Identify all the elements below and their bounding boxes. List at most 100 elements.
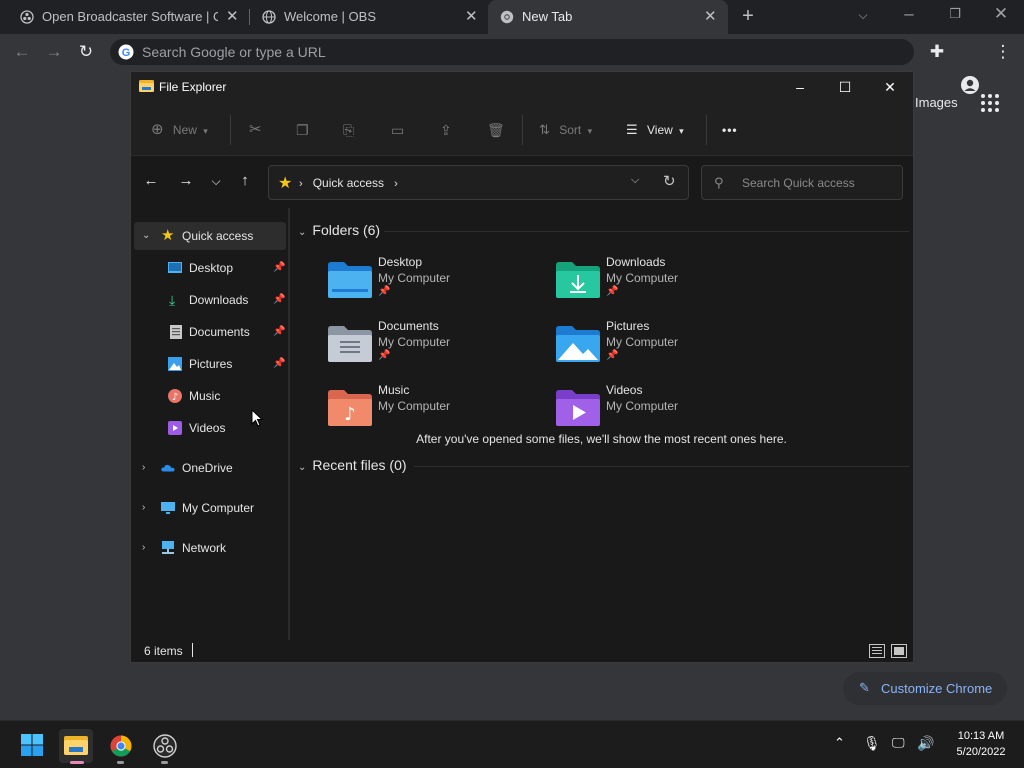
paste-icon[interactable]: ⎘: [343, 119, 354, 141]
chevron-right-icon: ›: [142, 502, 146, 513]
copy-icon[interactable]: ❐: [296, 119, 309, 141]
nav-my-computer[interactable]: › My Computer: [134, 494, 286, 522]
folders-group-header[interactable]: ⌄ Folders (6): [298, 222, 380, 238]
back-icon[interactable]: ←: [11, 41, 33, 63]
folder-name: Desktop: [378, 255, 423, 269]
desktop-folder-icon: [328, 262, 372, 298]
google-apps-icon[interactable]: [981, 94, 999, 112]
tab-welcome-obs[interactable]: Welcome | OBS ✕: [250, 0, 488, 34]
volume-icon[interactable]: 🔊: [917, 735, 934, 752]
recent-locations-chevron-icon[interactable]: ⌵: [206, 171, 226, 191]
close-window-icon[interactable]: ✕: [990, 3, 1012, 25]
breadcrumb-quick-access[interactable]: Quick access: [313, 176, 384, 190]
pin-icon: 📌: [273, 326, 286, 337]
details-view-icon[interactable]: [869, 644, 885, 658]
folder-location: My Computer: [606, 335, 679, 349]
profile-avatar-icon[interactable]: [960, 75, 980, 95]
pin-icon: 📌: [606, 350, 619, 361]
share-icon[interactable]: ⇪: [440, 119, 452, 141]
close-icon[interactable]: ✕: [226, 7, 239, 25]
nav-videos[interactable]: Videos: [167, 414, 287, 442]
rename-icon[interactable]: ▭: [391, 119, 404, 141]
pin-icon: 📌: [378, 350, 391, 361]
nav-documents[interactable]: Documents 📌: [167, 318, 287, 346]
microphone-icon[interactable]: 🎙: [863, 735, 881, 752]
delete-icon[interactable]: 🗑: [487, 119, 505, 141]
sort-button[interactable]: ⇅ Sort ▾: [539, 119, 592, 141]
active-app-indicator: [70, 761, 84, 764]
network-display-icon[interactable]: 🖵: [892, 735, 905, 751]
restore-icon[interactable]: ❐: [944, 3, 966, 25]
plus-circle-icon: ⊕: [151, 121, 164, 138]
folder-tile-documents[interactable]: Documents My Computer 📌: [322, 319, 542, 379]
close-icon[interactable]: ✕: [704, 7, 717, 25]
pin-icon: 📌: [378, 286, 391, 297]
tiles-view-icon[interactable]: [891, 644, 907, 658]
nav-downloads[interactable]: ⤓ Downloads 📌: [167, 286, 287, 314]
nav-desktop[interactable]: Desktop 📌: [167, 254, 287, 282]
cut-icon[interactable]: ✂: [249, 119, 262, 141]
taskbar-file-explorer[interactable]: [59, 729, 93, 763]
nav-label: Downloads: [189, 293, 249, 307]
nav-label: OneDrive: [182, 461, 233, 475]
new-tab-plus-icon[interactable]: +: [737, 5, 759, 27]
menu-kebab-icon[interactable]: ⋮: [992, 41, 1014, 63]
download-arrow-icon: ⤓: [169, 292, 176, 308]
tab-new-tab[interactable]: New Tab ✕: [488, 0, 728, 34]
taskbar-chrome[interactable]: [104, 729, 138, 763]
customize-chrome-button[interactable]: ✎ Customize Chrome: [843, 672, 1007, 705]
explorer-titlebar[interactable]: File Explorer – ☐ ✕: [131, 72, 913, 102]
address-dropdown-icon[interactable]: ⌵: [631, 174, 639, 187]
pin-icon: 📌: [273, 358, 286, 369]
reload-icon[interactable]: ↻: [75, 41, 97, 63]
nav-music[interactable]: ♪ Music: [167, 382, 287, 410]
close-icon[interactable]: ✕: [867, 72, 913, 102]
view-button[interactable]: ☰ View ▾: [626, 119, 684, 141]
windows-start-icon[interactable]: [21, 734, 43, 756]
maximize-icon[interactable]: ☐: [822, 72, 868, 102]
tab-search-chevron-icon[interactable]: ⌵: [852, 4, 874, 26]
pictures-folder-icon: [556, 326, 600, 362]
taskbar-obs[interactable]: [148, 729, 182, 763]
nav-label: Videos: [189, 421, 226, 435]
svg-text:G: G: [122, 47, 131, 59]
address-bar[interactable]: ★ › Quick access › ⌵ ↻: [268, 165, 689, 200]
search-input[interactable]: ⚲ Search Quick access: [701, 165, 903, 200]
nav-label: Pictures: [189, 357, 233, 371]
images-link[interactable]: Images: [915, 95, 958, 110]
clock-date[interactable]: 5/20/2022: [946, 746, 1016, 758]
extensions-puzzle-icon[interactable]: ✚: [926, 41, 948, 63]
nav-network[interactable]: › Network: [134, 534, 286, 562]
folder-tile-downloads[interactable]: Downloads My Computer 📌: [550, 255, 770, 315]
folder-icon: [139, 80, 154, 92]
refresh-icon[interactable]: ↻: [663, 172, 676, 190]
close-icon[interactable]: ✕: [465, 7, 478, 25]
omnibox[interactable]: G Search Google or type a URL: [110, 39, 914, 65]
nav-onedrive[interactable]: › OneDrive: [134, 454, 286, 482]
forward-icon[interactable]: →: [43, 41, 65, 63]
recent-group-header[interactable]: ⌄ Recent files (0): [298, 457, 407, 473]
tab-obs-software[interactable]: Open Broadcaster Software | OBS ✕: [8, 0, 248, 34]
chrome-icon: [500, 10, 514, 24]
folder-tile-pictures[interactable]: Pictures My Computer 📌: [550, 319, 770, 379]
nav-label: Desktop: [189, 261, 234, 275]
see-more-button[interactable]: •••: [722, 119, 738, 141]
nav-quick-access[interactable]: ⌄ ★ Quick access: [134, 222, 286, 250]
minimize-icon[interactable]: –: [898, 3, 920, 25]
up-icon[interactable]: ↑: [235, 171, 255, 191]
folder-location: My Computer: [378, 271, 451, 285]
nav-pictures[interactable]: Pictures 📌: [167, 350, 287, 378]
file-explorer-window: File Explorer – ☐ ✕ ⊕ New ▾ ✂ ❐ ⎘ ▭ ⇪ 🗑 …: [130, 71, 914, 663]
clock-time[interactable]: 10:13 AM: [946, 730, 1016, 742]
minimize-icon[interactable]: –: [777, 72, 823, 102]
google-g-icon: G: [118, 44, 134, 60]
forward-icon[interactable]: →: [176, 171, 196, 191]
breadcrumb[interactable]: › Quick access ›: [299, 176, 398, 190]
folder-tile-desktop[interactable]: Desktop My Computer 📌: [322, 255, 542, 315]
taskbar: ⌃ 🎙 🖵 🔊 10:13 AM 5/20/2022: [0, 720, 1024, 768]
view-list-icon: ☰: [626, 122, 638, 137]
new-button[interactable]: ⊕ New ▾: [151, 119, 208, 141]
back-icon[interactable]: ←: [141, 171, 161, 191]
show-hidden-icons-chevron-icon[interactable]: ⌃: [834, 735, 845, 751]
tab-label: New Tab: [522, 9, 573, 24]
